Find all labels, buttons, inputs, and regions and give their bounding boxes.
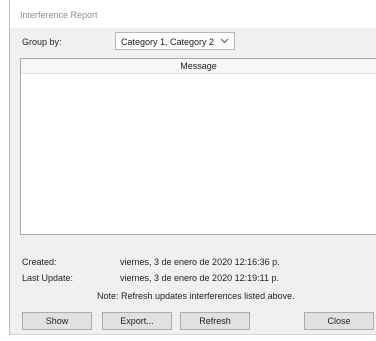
- refresh-note: Note: Refresh updates interferences list…: [97, 291, 295, 301]
- dialog-title: Interference Report: [20, 10, 98, 20]
- close-button[interactable]: Close: [304, 312, 374, 330]
- message-column-header[interactable]: Message: [21, 59, 376, 74]
- interference-report-dialog: Interference Report Group by: Category 1…: [9, 0, 376, 335]
- show-button[interactable]: Show: [22, 312, 92, 330]
- last-update-value: viernes, 3 de enero de 2020 12:19:11 p.: [120, 273, 279, 283]
- export-button[interactable]: Export...: [102, 312, 172, 330]
- title-bar: Interference Report: [10, 0, 376, 28]
- created-value: viernes, 3 de enero de 2020 12:16:36 p.: [120, 257, 280, 267]
- refresh-button[interactable]: Refresh: [180, 312, 250, 330]
- group-by-label: Group by:: [22, 37, 62, 47]
- chevron-down-icon: [220, 38, 229, 44]
- group-by-value: Category 1, Category 2: [121, 37, 215, 47]
- message-list[interactable]: Message: [20, 58, 376, 235]
- created-label: Created:: [22, 257, 57, 267]
- group-by-dropdown[interactable]: Category 1, Category 2: [115, 32, 235, 50]
- last-update-label: Last Update:: [22, 273, 74, 283]
- message-header-label: Message: [180, 61, 217, 71]
